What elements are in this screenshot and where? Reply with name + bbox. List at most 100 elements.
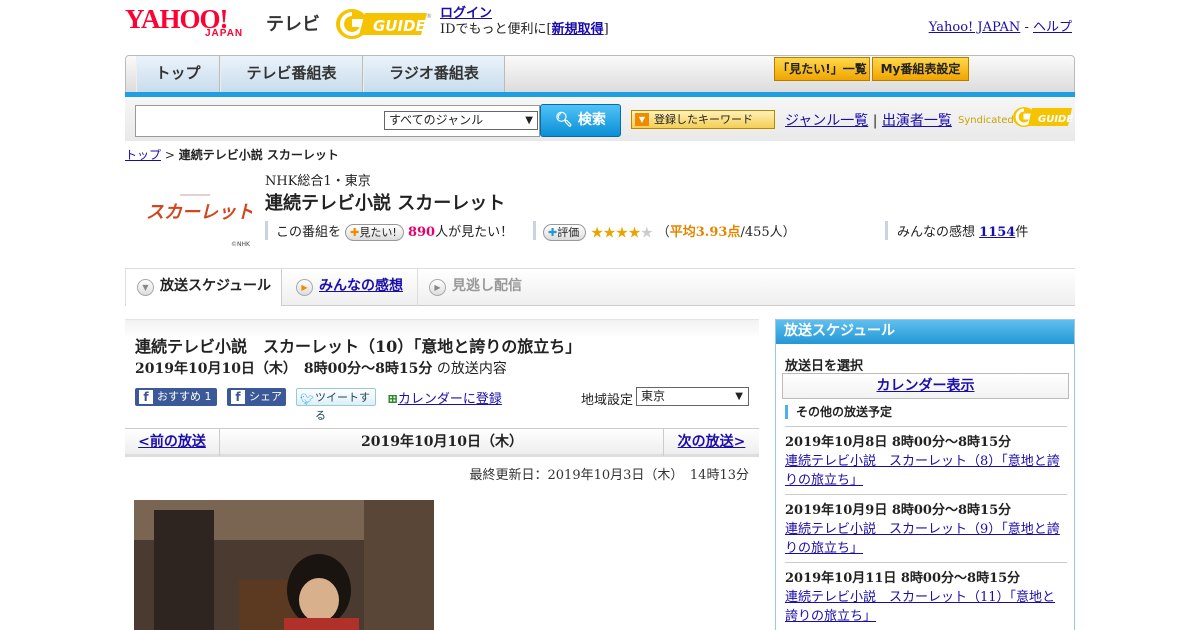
program-logo-image: スカーレット ©NHK <box>138 172 254 252</box>
review-suffix: 件 <box>1015 225 1029 240</box>
stats-separator <box>533 221 536 240</box>
svg-text:GUIDE: GUIDE <box>373 17 427 35</box>
twitter-bird-icon: 🐦︎ <box>300 393 314 406</box>
facebook-icon: f <box>139 390 153 404</box>
region-select[interactable]: 東京 ▼ <box>636 387 749 406</box>
star-empty-icon: ★ <box>640 223 653 242</box>
chevron-right-icon: ▶ <box>429 279 446 296</box>
tab-missed-label: 見逃し配信 <box>452 278 522 294</box>
calendar-display-button[interactable]: カレンダー表示 <box>782 373 1069 399</box>
want-watch-prefix: この番組を <box>276 225 342 240</box>
episode-date-time: 2019年10月10日（木） 8時00分～8時15分 <box>135 361 433 377</box>
login-link[interactable]: ログイン <box>440 6 492 21</box>
program-logo-credit: ©NHK <box>231 241 251 248</box>
prev-broadcast-link[interactable]: <前の放送 <box>125 429 220 456</box>
facebook-recommend-button[interactable]: f おすすめ 1 <box>135 388 217 406</box>
plus-icon: ✚ <box>548 226 558 239</box>
search-links-divider: | <box>872 113 878 129</box>
schedule-item: 2019年10月9日 8時00分～8時15分 連続テレビ小説 スカーレット（9）… <box>785 494 1067 560</box>
svg-text:GUIDE: GUIDE <box>1038 114 1073 125</box>
review-count-link[interactable]: 1154 <box>979 225 1015 240</box>
want-list-button[interactable]: 「見たい!」一覧 <box>774 57 870 81</box>
main-nav: トップ テレビ番組表 ラジオ番組表 「見たい!」一覧 My番組表設定 <box>125 55 1075 93</box>
registered-keyword-button[interactable]: ▼ 登録したキーワード <box>631 110 775 129</box>
search-icon: 🔍︎ <box>555 112 573 128</box>
share-label: シェア <box>249 390 282 403</box>
rating-count: /455人） <box>740 225 796 240</box>
syndicated-label: Syndicated <box>958 115 1014 126</box>
program-tabs: ▼ 放送スケジュール ▶ みんなの感想 ▶ 見逃し配信 <box>125 268 1075 306</box>
schedule-item-link[interactable]: 連続テレビ小説 スカーレット（8）「意地と誇りの旅立ち」 <box>785 454 1060 488</box>
episode-datetime: 2019年10月10日（木） 8時00分～8時15分 の放送内容 <box>135 358 507 378</box>
want-watch-button-label: 見たい! <box>359 226 397 239</box>
my-schedule-settings-button[interactable]: My番組表設定 <box>872 57 969 81</box>
login-prompt: IDでもっと便利に[ <box>440 22 552 37</box>
calendar-register: ⊞カレンダーに登録 <box>387 388 502 407</box>
schedule-item: 2019年10月11日 8時00分～8時15分 連続テレビ小説 スカーレット（1… <box>785 562 1067 628</box>
program-logo-text: スカーレット <box>146 202 252 223</box>
tab-schedule[interactable]: ▼ 放送スケジュール <box>125 269 282 306</box>
dropdown-arrow-icon: ▼ <box>525 115 533 126</box>
breadcrumb-separator: > <box>164 148 175 162</box>
gguide-logo[interactable]: GUIDE ® <box>335 7 433 41</box>
breadcrumb-top-link[interactable]: トップ <box>125 148 161 162</box>
want-watch-button[interactable]: ✚見たい! <box>345 224 404 241</box>
schedule-item-time: 2019年10月8日 8時00分～8時15分 <box>785 435 1012 450</box>
review-section: みんなの感想 1154件 <box>897 221 1028 240</box>
yahoo-japan-link[interactable]: Yahoo! JAPAN <box>929 20 1021 35</box>
program-title: 連続テレビ小説 スカーレット <box>265 193 506 214</box>
genre-select-value: すべてのジャンル <box>389 113 484 127</box>
nav-tab-top[interactable]: トップ <box>136 56 220 92</box>
calendar-add-icon: ⊞ <box>387 392 398 407</box>
schedule-item-link[interactable]: 連続テレビ小説 スカーレット（9）「意地と誇りの旅立ち」 <box>785 522 1060 556</box>
syndicated-gguide-badge: Syndicated GUIDE <box>958 104 1073 130</box>
stats-separator <box>265 221 268 240</box>
triangle-down-icon: ▼ <box>635 113 649 126</box>
chevron-right-icon: ▶ <box>296 279 313 296</box>
yahoo-tv-logo[interactable]: YAHOO! JAPAN テレビ <box>125 6 320 44</box>
other-broadcasts-label: その他の放送予定 <box>785 405 892 419</box>
facebook-share-button[interactable]: f シェア <box>227 388 286 406</box>
genre-list-link[interactable]: ジャンル一覧 <box>785 113 868 129</box>
tweet-button[interactable]: 🐦︎ ツイートする <box>296 388 376 422</box>
schedule-item-link[interactable]: 連続テレビ小説 スカーレット（11）「意地と誇りの旅立ち」 <box>785 590 1055 624</box>
login-box: ログイン IDでもっと便利に[新規取得] <box>440 6 609 38</box>
rating-section: ✚評価 ★★★★★ （平均3.93点/455人） <box>543 221 796 242</box>
search-links: ジャンル一覧 | 出演者一覧 <box>785 110 952 130</box>
svg-text:®: ® <box>426 13 432 20</box>
sidebar-header: 放送スケジュール <box>776 320 1074 344</box>
calendar-register-link[interactable]: カレンダーに登録 <box>398 392 502 407</box>
plus-icon: ✚ <box>350 226 360 239</box>
genre-select[interactable]: すべてのジャンル ▼ <box>384 111 538 130</box>
tab-missed-streaming: ▶ 見逃し配信 <box>417 269 547 306</box>
recommend-label: おすすめ <box>157 390 201 403</box>
rating-open-paren: （ <box>656 225 670 240</box>
tab-reviews[interactable]: ▶ みんなの感想 <box>285 269 415 306</box>
tab-reviews-label: みんなの感想 <box>319 278 403 294</box>
performer-list-link[interactable]: 出演者一覧 <box>882 113 952 129</box>
help-link[interactable]: ヘルプ <box>1033 20 1072 35</box>
nav-tab-tv-schedule[interactable]: テレビ番組表 <box>220 56 363 92</box>
search-button[interactable]: 🔍︎ 検索 <box>540 104 621 137</box>
rating-average: 平均3.93点 <box>669 225 741 240</box>
header-links: Yahoo! JAPAN - ヘルプ <box>929 16 1072 35</box>
program-thumbnail: スカーレット ©NHK <box>138 172 254 252</box>
signup-link[interactable]: 新規取得 <box>552 22 604 37</box>
want-watch-suffix: 人が見たい！ <box>435 225 514 240</box>
review-prefix: みんなの感想 <box>897 225 976 240</box>
nav-tab-radio-schedule[interactable]: ラジオ番組表 <box>363 56 505 92</box>
next-broadcast-link[interactable]: 次の放送> <box>663 429 759 456</box>
rate-button-label: 評価 <box>557 226 580 239</box>
chevron-down-icon: ▼ <box>137 279 154 296</box>
breadcrumb: トップ > 連続テレビ小説 スカーレット <box>125 146 339 163</box>
tv-service-label: テレビ <box>266 14 320 34</box>
want-watch-section: この番組を ✚見たい! 890人が見たい！ <box>276 221 513 241</box>
schedule-item-time: 2019年10月9日 8時00分～8時15分 <box>785 503 1012 518</box>
episode-title: 連続テレビ小説 スカーレット（10）「意地と誇りの旅立ち」 <box>135 337 582 356</box>
program-network: NHK総合1・東京 <box>265 174 371 189</box>
program-stats: この番組を ✚見たい! 890人が見たい！ ✚評価 ★★★★★ （平均3.93点… <box>265 221 1075 242</box>
tweet-label: ツイートする <box>315 391 370 422</box>
gguide-logo-icon: GUIDE ® <box>336 9 432 39</box>
breadcrumb-current: 連続テレビ小説 スカーレット <box>178 148 339 162</box>
rate-button[interactable]: ✚評価 <box>543 224 587 241</box>
